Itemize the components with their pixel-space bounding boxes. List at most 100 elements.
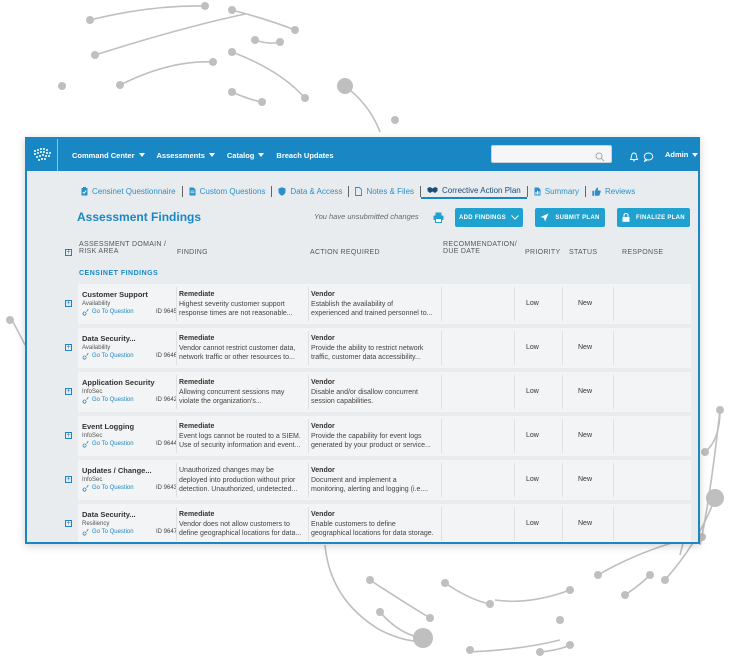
table-row[interactable]: Event Logging InfoSec Go To Question ID … [78,416,691,456]
go-to-question-link[interactable]: Go To Question ID 9644 [82,440,177,449]
print-icon[interactable] [433,210,444,228]
admin-menu[interactable]: Admin [665,150,698,159]
status-value[interactable]: New [578,387,592,397]
finding-text: detection. Unauthorized, undetected... [179,486,298,493]
status-value[interactable]: New [578,343,592,353]
tab-notes-files[interactable]: Notes & Files [349,184,420,198]
table-row[interactable]: Application Security InfoSec Go To Quest… [78,372,691,412]
action-heading: Vendor [311,511,335,518]
column-divider [176,463,177,497]
go-to-question-link[interactable]: Go To Question ID 9645 [82,308,177,317]
thumbs-up-icon [592,187,601,196]
header-domain: ASSESSMENT DOMAIN / RISK AREA [79,241,167,255]
tab-summary[interactable]: Summary [528,184,585,198]
domain-cell: Updates / Change... InfoSec Go To Questi… [82,466,177,493]
nav-assessments[interactable]: Assessments [157,151,215,160]
chevron-down-icon [511,215,519,220]
tab-reviews[interactable]: Reviews [586,184,641,198]
go-to-question-link[interactable]: Go To Question ID 9642 [82,396,177,405]
top-nav-bar: Command Center Assessments Catalog Breac… [27,139,698,171]
finalize-plan-button[interactable]: FINALIZE PLAN [617,208,690,227]
add-findings-button[interactable]: ADD FINDINGS [455,208,523,227]
clipboard-icon [81,186,88,196]
finding-text: response times are not reasonable... [179,310,293,317]
action-heading: Vendor [311,335,335,342]
finding-heading: Remediate [179,291,215,298]
status-value[interactable]: New [578,299,592,309]
column-divider [308,287,309,321]
go-to-question-link[interactable]: Go To Question ID 9646 [82,352,177,361]
finding-text: Vendor does not allow customers to [179,520,290,528]
action-text: Provide the ability to restrict network [311,344,424,352]
search-icon[interactable] [595,149,605,167]
priority-value[interactable]: Low [526,299,539,309]
column-divider [613,463,614,497]
priority-value[interactable]: Low [526,431,539,441]
finding-cell: Remediate Allowing concurrent sessions m… [179,378,307,407]
submit-plan-button[interactable]: SUBMIT PLAN [535,208,605,227]
priority-value[interactable]: Low [526,519,539,529]
action-cell: Vendor Document and implement a monitori… [311,466,441,495]
expand-row-icon[interactable]: + [65,520,72,527]
censinet-logo-icon[interactable] [27,139,58,171]
action-heading: Vendor [311,423,335,430]
finding-text: Vendor cannot restrict customer data, [179,344,296,352]
go-to-question-link[interactable]: Go To Question ID 9643 [82,484,177,493]
table-row[interactable]: Data Security... Resiliency Go To Questi… [78,504,691,542]
domain-cell: Event Logging InfoSec Go To Question ID … [82,422,177,449]
column-divider [562,463,563,497]
send-icon [540,213,549,222]
expand-all-icon[interactable]: + [65,249,72,256]
domain-cell: Data Security... Availability Go To Ques… [82,334,177,361]
tab-custom-questions[interactable]: Custom Questions [183,184,272,198]
expand-row-icon[interactable]: + [65,344,72,351]
tab-data-access[interactable]: Data & Access [272,184,348,198]
column-divider [562,507,563,541]
status-value[interactable]: New [578,475,592,485]
status-value[interactable]: New [578,431,592,441]
go-to-question-link[interactable]: Go To Question ID 9647 [82,528,177,537]
nav-breach-updates[interactable]: Breach Updates [276,151,333,160]
domain-cell: Customer Support Availability Go To Ques… [82,290,177,317]
action-text: Establish the availability of [311,300,394,308]
action-heading: Vendor [311,379,335,386]
priority-value[interactable]: Low [526,343,539,353]
expand-row-icon[interactable]: + [65,476,72,483]
search-input[interactable] [491,145,612,163]
table-row[interactable]: Updates / Change... InfoSec Go To Questi… [78,460,691,500]
expand-row-icon[interactable]: + [65,432,72,439]
chat-icon[interactable] [643,149,654,167]
expand-row-icon[interactable]: + [65,388,72,395]
expand-row-icon[interactable]: + [65,300,72,307]
table-row[interactable]: Data Security... Availability Go To Ques… [78,328,691,368]
chevron-down-icon [208,153,215,157]
nav-catalog[interactable]: Catalog [227,151,265,160]
header-status: STATUS [569,249,598,256]
column-divider [514,331,515,365]
column-divider [176,507,177,541]
lock-icon [622,213,630,222]
action-heading: Vendor [311,467,335,474]
status-value[interactable]: New [578,519,592,529]
action-text: Document and implement a [311,476,397,484]
notification-icon[interactable] [629,149,639,167]
risk-area: InfoSec [82,432,103,439]
nav-command-center[interactable]: Command Center [72,151,145,160]
priority-value[interactable]: Low [526,475,539,485]
action-text: session capabilities. [311,398,374,405]
section-censinet-findings: CENSINET FINDINGS [79,270,159,277]
action-text: Provide the capability for event logs [311,432,422,440]
priority-value[interactable]: Low [526,387,539,397]
action-text: experienced and trained personnel to... [311,310,433,317]
tab-censinet-questionnaire[interactable]: Censinet Questionnaire [75,184,182,198]
finding-text: network traffic or other resources to... [179,354,295,361]
column-divider [176,419,177,453]
domain-name: Customer Support [82,290,148,299]
risk-area: Availability [82,344,111,351]
tab-corrective-action-plan[interactable]: Corrective Action Plan [421,183,527,199]
column-divider [562,375,563,409]
main-nav: Command Center Assessments Catalog Breac… [72,151,346,160]
header-response: RESPONSE [622,249,664,256]
column-divider [176,287,177,321]
table-row[interactable]: Customer Support Availability Go To Ques… [78,284,691,324]
